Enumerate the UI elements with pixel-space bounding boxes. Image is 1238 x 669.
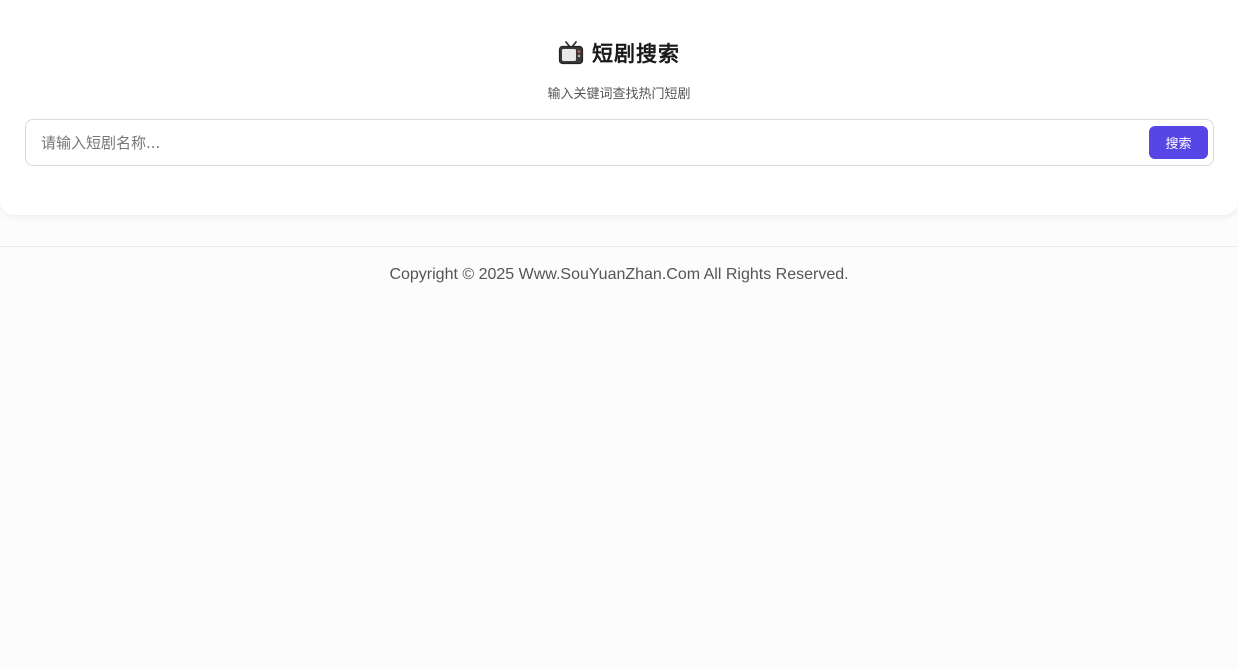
footer-divider — [0, 246, 1238, 247]
search-box: 搜索 — [25, 119, 1214, 166]
search-button[interactable]: 搜索 — [1149, 126, 1208, 159]
page-subtitle: 输入关键词查找热门短剧 — [547, 87, 691, 102]
search-input[interactable] — [26, 120, 1136, 165]
footer-copyright: Copyright © 2025 Www.SouYuanZhan.Com All… — [389, 266, 849, 283]
tv-icon — [558, 40, 584, 66]
page-title: 短剧搜索 — [592, 42, 680, 66]
search-card: 短剧搜索 输入关键词查找热门短剧 搜索 — [0, 0, 1238, 215]
title-row: 短剧搜索 — [558, 38, 680, 68]
header: 短剧搜索 输入关键词查找热门短剧 — [0, 38, 1238, 102]
